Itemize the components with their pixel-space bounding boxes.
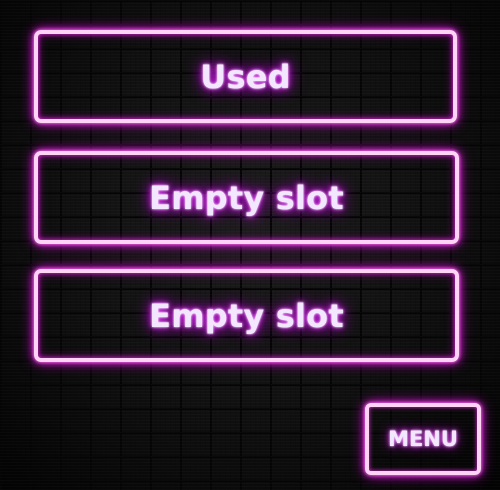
menu-button[interactable]: MENU <box>365 403 481 475</box>
save-slot-2-label: Empty slot <box>149 178 344 217</box>
save-slot-3-label: Empty slot <box>149 296 344 335</box>
save-slot-1-button[interactable]: Used <box>34 30 457 123</box>
save-slot-3-button[interactable]: Empty slot <box>34 269 459 362</box>
save-slot-2-button[interactable]: Empty slot <box>34 151 459 244</box>
save-slot-1-label: Used <box>200 57 291 96</box>
menu-button-label: MENU <box>388 427 458 451</box>
